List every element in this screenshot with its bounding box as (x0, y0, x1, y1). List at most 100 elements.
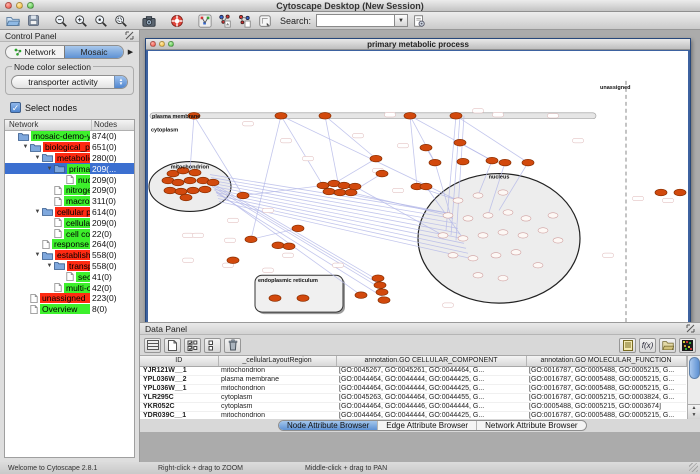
network-node[interactable] (187, 187, 199, 194)
network-node[interactable] (292, 225, 304, 232)
network-node[interactable] (283, 243, 295, 250)
table-cell[interactable]: [GO:0044464, GO:0044444, GO:0044425, G..… (336, 411, 526, 419)
network-node[interactable] (378, 297, 390, 304)
tree-item-establishment-of-lo[interactable]: ▼establishment of lo558(0) (5, 250, 134, 261)
network-node[interactable] (468, 256, 478, 261)
network-node[interactable] (458, 236, 468, 241)
network-node[interactable] (478, 233, 488, 238)
network-node[interactable] (448, 253, 458, 258)
table-column-header[interactable]: ID (140, 356, 218, 366)
tree-expander-icon[interactable]: ▼ (33, 252, 42, 258)
table-column-header[interactable]: _cellularLayoutRegion (218, 356, 336, 366)
tree-item-cellular-process[interactable]: ▼cellular process614(0) (5, 207, 134, 218)
network-node[interactable] (374, 282, 386, 289)
attribute-table-icon[interactable] (144, 338, 161, 353)
delete-attribute-icon[interactable] (224, 338, 241, 353)
tree-item-primary-metabolic[interactable]: ▼primary metabolic209(... (5, 163, 134, 174)
network-node[interactable] (674, 189, 686, 196)
table-cell[interactable]: [GO:0016787, GO:0005488, GO:0005215, G..… (526, 375, 686, 384)
select-attributes-icon[interactable] (184, 338, 201, 353)
network-node[interactable] (503, 210, 513, 215)
network-node[interactable] (180, 194, 192, 201)
network-node[interactable] (429, 159, 441, 166)
network-node[interactable] (297, 295, 309, 302)
network-node[interactable] (553, 238, 563, 243)
network-node[interactable] (498, 190, 508, 195)
app-resize-grip[interactable] (689, 463, 698, 472)
table-cell[interactable]: YJR121W__1 (140, 366, 218, 375)
table-cell[interactable]: [GO:0005488, GO:0005215, GO:0003674] (526, 402, 686, 411)
network-node[interactable] (227, 257, 239, 264)
tree-expander-icon[interactable]: ▼ (45, 263, 54, 269)
scrollbar-arrows[interactable]: ▲▼ (688, 404, 700, 419)
network-node[interactable] (164, 187, 176, 194)
network-node[interactable] (349, 183, 361, 190)
save-icon[interactable] (24, 13, 42, 29)
tree-item-overview[interactable]: Overview8(0) (5, 304, 134, 315)
table-cell[interactable]: YPL036W__2 (140, 375, 218, 384)
network-node[interactable] (473, 193, 483, 198)
tree-item-response-to-stimulu[interactable]: response to stimulu264(0) (5, 239, 134, 250)
network-node[interactable] (473, 273, 483, 278)
search-input[interactable] (316, 14, 394, 27)
snapshot-icon[interactable] (140, 13, 158, 29)
table-row[interactable]: YLR295Ccytoplasm[GO:0045263, GO:0044464,… (140, 393, 686, 402)
table-cell[interactable]: cytoplasm (218, 402, 336, 411)
network-node[interactable] (533, 263, 543, 268)
tree-item-cellular-metabo[interactable]: cellular metabo209(0) (5, 217, 134, 228)
table-cell[interactable]: [GO:0016787, GO:0005488, GO:0005215, G..… (526, 384, 686, 393)
tab-edge-attribute-browser[interactable]: Edge Attribute Browser (377, 421, 476, 430)
tab-node-attribute-browser[interactable]: Node Attribute Browser (279, 421, 377, 430)
preferences-icon[interactable] (410, 13, 428, 29)
tree-item-nitrogen-compo[interactable]: nitrogen compo209(0) (5, 185, 134, 196)
table-cell[interactable]: [GO:0045267, GO:0045261, GO:0044464, G..… (336, 366, 526, 375)
tree-item-macromolecule[interactable]: macromolecule311(0) (5, 196, 134, 207)
tab-network-attribute-browser[interactable]: Network Attribute Browser (476, 421, 585, 430)
table-cell[interactable]: [GO:0045263, GO:0044464, GO:0044455, G..… (336, 393, 526, 402)
tree-item-cell-communicat[interactable]: cell communicat22(0) (5, 228, 134, 239)
network-node[interactable] (175, 188, 187, 195)
tree-item-mosaic-demo-yeast[interactable]: mosaic-demo-yeast874(0) (5, 131, 134, 142)
scrollbar-thumb[interactable] (689, 357, 700, 379)
network-node[interactable] (420, 144, 432, 151)
tree-item-multi-organism-pro[interactable]: multi-organism pro42(0) (5, 282, 134, 293)
table-cell[interactable]: mitochondrion (218, 411, 336, 419)
network-node[interactable] (498, 230, 508, 235)
network-node[interactable] (491, 253, 501, 258)
network-node[interactable] (338, 182, 350, 189)
network-node[interactable] (498, 276, 508, 281)
table-cell[interactable]: [GO:0044464, GO:0044444, GO:0044425, G..… (336, 384, 526, 393)
table-row[interactable]: YPL036W__2plasma membrane[GO:0044464, GO… (140, 375, 686, 384)
function-builder-icon[interactable]: f(x) (639, 338, 656, 353)
network-node[interactable] (323, 188, 335, 195)
network-node[interactable] (376, 170, 388, 177)
table-cell[interactable]: YLR295C (140, 393, 218, 402)
tab-overflow-arrow-icon[interactable]: ▶ (125, 48, 136, 56)
network-node[interactable] (522, 159, 534, 166)
tab-mosaic[interactable]: Mosaic (64, 46, 123, 58)
network-node[interactable] (450, 112, 462, 119)
network-node[interactable] (345, 189, 357, 196)
network-node[interactable] (443, 213, 453, 218)
new-attribute-icon[interactable] (164, 338, 181, 353)
import-attributes-icon[interactable] (659, 338, 676, 353)
network-canvas[interactable]: plasma membranecytoplasmmitochondrionnuc… (148, 51, 688, 335)
table-cell[interactable]: [GO:0016787, GO:0005215, GO:0003824, G..… (526, 393, 686, 402)
table-cell[interactable]: [GO:0016787, GO:0005488, GO:0005215, G..… (526, 366, 686, 375)
tree-expander-icon[interactable]: ▼ (21, 144, 30, 150)
network-node[interactable] (420, 183, 432, 190)
table-column-header[interactable]: annotation.GO CELLULAR_COMPONENT (336, 356, 526, 366)
network-node[interactable] (511, 250, 521, 255)
table-cell[interactable]: [GO:0044464, GO:0044444, GO:0044425, G..… (336, 375, 526, 384)
network-node[interactable] (521, 216, 531, 221)
network-node[interactable] (438, 233, 448, 238)
tree-item-secretion[interactable]: secretion41(0) (5, 271, 134, 282)
network-node[interactable] (207, 179, 219, 186)
tree-item-biological-process[interactable]: ▼biological_process651(0) (5, 142, 134, 153)
vizmapper-icon[interactable] (216, 13, 234, 29)
tree-expander-icon[interactable]: ▼ (45, 166, 54, 172)
table-cell[interactable]: YDR039C__1 (140, 411, 218, 419)
network-node[interactable] (275, 112, 287, 119)
tree-expander-icon[interactable]: ▼ (33, 155, 42, 161)
table-cell[interactable]: cytoplasm (218, 393, 336, 402)
